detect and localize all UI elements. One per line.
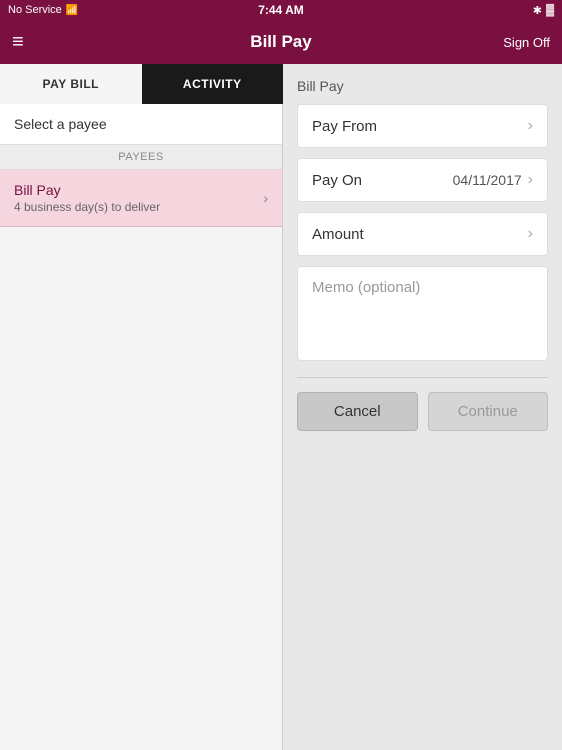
status-bar: No Service 📶 7:44 AM ✱ ▓ — [0, 0, 562, 20]
pay-on-chevron-icon: › — [528, 171, 533, 189]
memo-field[interactable]: Memo (optional) — [297, 266, 548, 361]
right-panel: Bill Pay Pay From › Pay On 04/11/2017 › … — [283, 64, 562, 750]
pay-on-label: Pay On — [312, 172, 362, 189]
pay-on-field[interactable]: Pay On 04/11/2017 › — [297, 158, 548, 202]
memo-placeholder: Memo (optional) — [312, 279, 420, 296]
pay-on-value: 04/11/2017 — [453, 172, 522, 188]
tab-activity-label: ACTIVITY — [183, 77, 242, 91]
amount-right: › — [528, 225, 533, 243]
wifi-icon: 📶 — [66, 5, 78, 16]
select-payee-text: Select a payee — [14, 116, 107, 132]
bill-pay-title: Bill Pay — [297, 78, 548, 94]
signal-text: No Service — [8, 4, 62, 16]
continue-button[interactable]: Continue — [428, 392, 549, 431]
select-payee-header: Select a payee — [0, 104, 282, 145]
main-layout: PAY BILL ACTIVITY Select a payee PAYEES … — [0, 64, 562, 750]
status-time: 7:44 AM — [258, 3, 304, 17]
amount-chevron-icon: › — [528, 225, 533, 243]
tab-bar: PAY BILL ACTIVITY — [0, 64, 283, 104]
payee-name: Bill Pay — [14, 182, 160, 198]
payee-item[interactable]: Bill Pay 4 business day(s) to deliver › — [0, 170, 282, 227]
nav-bar: ≡ Bill Pay Sign Off — [0, 20, 562, 64]
pay-from-label: Pay From — [312, 118, 377, 135]
cancel-button[interactable]: Cancel — [297, 392, 418, 431]
status-right: ✱ ▓ — [533, 4, 554, 17]
payee-sub: 4 business day(s) to deliver — [14, 200, 160, 214]
pay-from-field[interactable]: Pay From › — [297, 104, 548, 148]
payees-section-label: PAYEES — [0, 145, 282, 170]
amount-field[interactable]: Amount › — [297, 212, 548, 256]
amount-label: Amount — [312, 226, 364, 243]
tab-pay-bill-label: PAY BILL — [43, 77, 99, 91]
status-left: No Service 📶 — [8, 4, 78, 16]
tab-activity[interactable]: ACTIVITY — [142, 64, 284, 104]
payee-item-info: Bill Pay 4 business day(s) to deliver — [14, 182, 160, 214]
separator — [297, 377, 548, 378]
battery-icon: ▓ — [546, 4, 554, 16]
pay-on-right: 04/11/2017 › — [453, 171, 533, 189]
bluetooth-icon: ✱ — [533, 4, 542, 17]
pay-from-right: › — [528, 117, 533, 135]
page-title: Bill Pay — [250, 32, 311, 52]
sign-off-button[interactable]: Sign Off — [503, 35, 550, 50]
payee-chevron-icon: › — [263, 190, 268, 206]
button-row: Cancel Continue — [297, 392, 548, 431]
tab-pay-bill[interactable]: PAY BILL — [0, 64, 142, 104]
hamburger-menu-button[interactable]: ≡ — [12, 32, 24, 52]
left-panel: PAY BILL ACTIVITY Select a payee PAYEES … — [0, 64, 283, 750]
pay-from-chevron-icon: › — [528, 117, 533, 135]
